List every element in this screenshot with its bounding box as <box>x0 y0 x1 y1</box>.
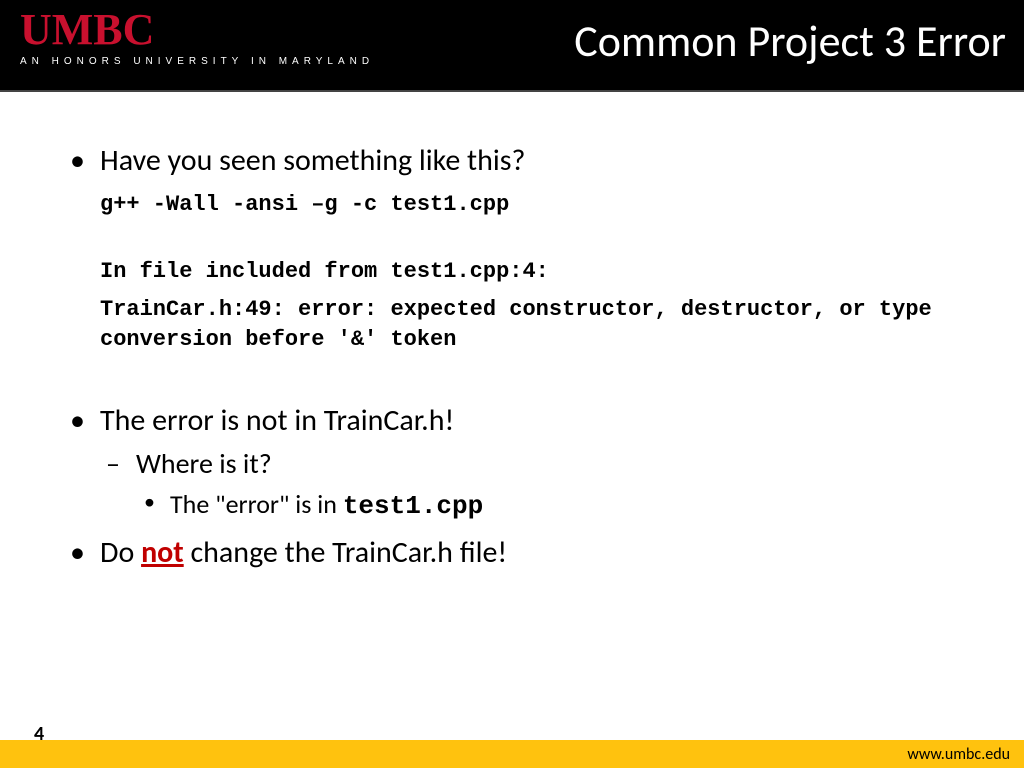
code-line-1: g++ -Wall -ansi –g -c test1.cpp <box>100 190 964 220</box>
bullet-3-post: change the TrainCar.h file! <box>184 534 507 571</box>
bullet-2-sub1: Where is it? The "error" is in test1.cpp <box>100 446 964 524</box>
slide-body: Have you seen something like this? g++ -… <box>0 92 1024 740</box>
footer-url: www.umbc.edu <box>907 745 1010 764</box>
bullet-2-sub2-pre: The "error" is in <box>170 488 343 520</box>
code-line-2: In file included from test1.cpp:4: <box>100 257 964 287</box>
bullet-3: Do not change the TrainCar.h file! <box>60 534 964 572</box>
bullet-2-sub1-text: Where is it? <box>136 446 272 481</box>
bullet-2: The error is not in TrainCar.h! Where is… <box>60 402 964 524</box>
bullet-2-sub2-code: test1.cpp <box>343 491 483 521</box>
logo-subtitle: AN HONORS UNIVERSITY IN MARYLAND <box>20 56 374 67</box>
logo-block: UMBC AN HONORS UNIVERSITY IN MARYLAND <box>20 8 374 67</box>
logo-main: UMBC <box>20 8 374 52</box>
bullet-3-not: not <box>141 534 184 571</box>
bullet-1: Have you seen something like this? <box>60 142 964 180</box>
bullet-2-sub2: The "error" is in test1.cpp <box>136 488 964 524</box>
slide: UMBC AN HONORS UNIVERSITY IN MARYLAND Co… <box>0 0 1024 768</box>
bullet-3-pre: Do <box>100 534 141 571</box>
code-blank <box>100 227 964 249</box>
code-line-3: TrainCar.h:49: error: expected construct… <box>100 295 964 354</box>
slide-title: Common Project 3 Error <box>574 14 1006 68</box>
bullet-2-text: The error is not in TrainCar.h! <box>100 402 454 439</box>
slide-footer: www.umbc.edu <box>0 740 1024 768</box>
slide-header: UMBC AN HONORS UNIVERSITY IN MARYLAND Co… <box>0 0 1024 92</box>
